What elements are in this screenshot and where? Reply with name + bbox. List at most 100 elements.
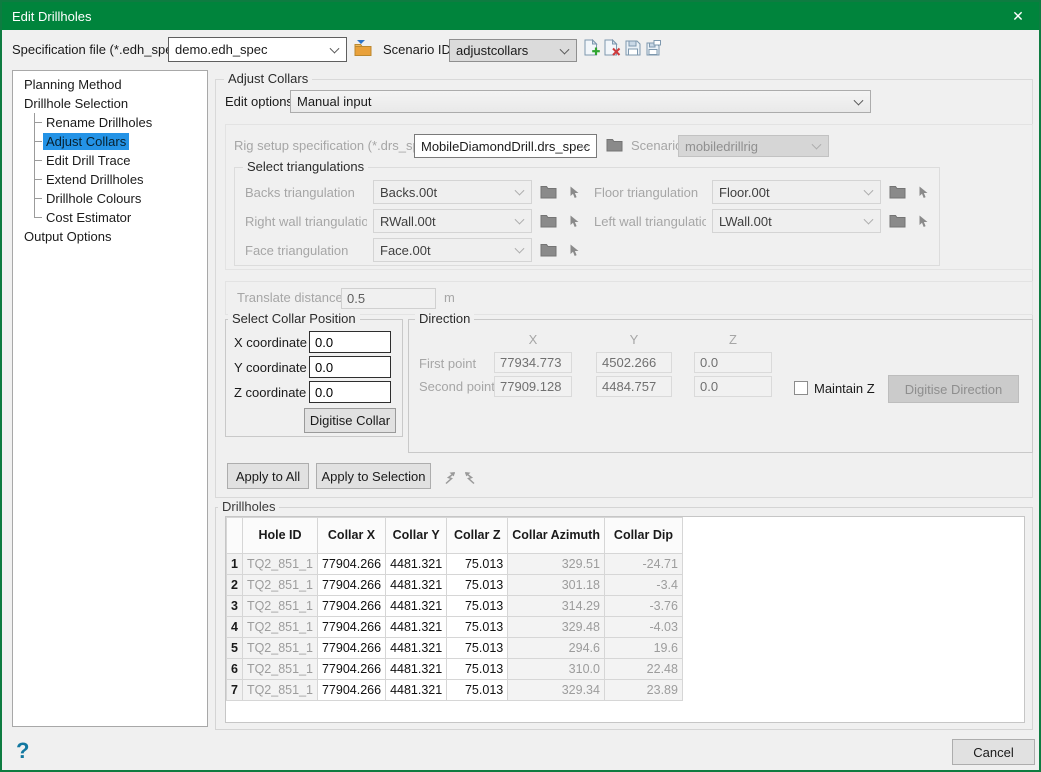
cell-collar-y[interactable]: 4481.321 [386, 617, 447, 638]
save-scenario-as-button[interactable] [643, 38, 663, 58]
triangulation-field-left-wall-triangulation: Left wall triangulationLWall.00t [594, 209, 933, 233]
column-header-collar-y[interactable]: Collar Y [386, 518, 447, 554]
x-coordinate-input[interactable]: 0.0 [309, 331, 391, 353]
cell-collar-z[interactable]: 75.013 [447, 554, 508, 575]
cell-collar-x[interactable]: 77904.266 [317, 617, 385, 638]
cell-collar-z[interactable]: 75.013 [447, 575, 508, 596]
new-scenario-button[interactable] [582, 38, 602, 58]
table-row: 7TQ2_851_177904.2664481.32175.013329.342… [227, 680, 683, 701]
sidebar-item-planning-method[interactable]: Planning Method [13, 75, 207, 94]
help-icon[interactable]: ? [16, 738, 29, 764]
cancel-button[interactable]: Cancel [952, 739, 1035, 765]
save-scenario-button[interactable] [623, 38, 643, 58]
triangulation-combobox: Backs.00t [373, 180, 532, 204]
cell-collar-z[interactable]: 75.013 [447, 596, 508, 617]
apply-to-selection-button[interactable]: Apply to Selection [316, 463, 431, 489]
cell-collar-z[interactable]: 75.013 [447, 638, 508, 659]
column-header-collar-z[interactable]: Collar Z [447, 518, 508, 554]
delete-scenario-button[interactable] [602, 38, 622, 58]
triangulation-browse-button [538, 211, 558, 231]
cell-hole-id: TQ2_851_1 [242, 575, 317, 596]
row-number-cell[interactable]: 6 [227, 659, 243, 680]
sidebar-item-label: Extend Drillholes [43, 171, 147, 188]
scenario-id-label: Scenario ID [383, 42, 451, 57]
row-number-cell[interactable]: 4 [227, 617, 243, 638]
cell-collar-x[interactable]: 77904.266 [317, 575, 385, 596]
triangulation-value: Face.00t [380, 243, 431, 258]
delete-scenario-icon [604, 39, 621, 57]
chevron-down-icon [330, 43, 340, 53]
cell-collar-y[interactable]: 4481.321 [386, 638, 447, 659]
y-coordinate-input[interactable]: 0.0 [309, 356, 391, 378]
cell-collar-z[interactable]: 75.013 [447, 617, 508, 638]
sidebar-item-edit-drill-trace[interactable]: Edit Drill Trace [13, 151, 207, 170]
sidebar-item-cost-estimator[interactable]: Cost Estimator [13, 208, 207, 227]
cell-collar-y[interactable]: 4481.321 [386, 596, 447, 617]
column-header-collar-azimuth[interactable]: Collar Azimuth [508, 518, 605, 554]
spec-file-combobox[interactable]: demo.edh_spec [168, 37, 347, 62]
save-icon [625, 40, 641, 56]
row-number-cell[interactable]: 3 [227, 596, 243, 617]
rig-scenario-value: mobiledrillrig [685, 139, 758, 154]
sidebar-item-output-options[interactable]: Output Options [13, 227, 207, 246]
cell-collar-x[interactable]: 77904.266 [317, 680, 385, 701]
sidebar-item-drillhole-colours[interactable]: Drillhole Colours [13, 189, 207, 208]
x-coordinate-label: X coordinate [234, 335, 307, 350]
table-row: 3TQ2_851_177904.2664481.32175.013314.29-… [227, 596, 683, 617]
cell-collar-z[interactable]: 75.013 [447, 659, 508, 680]
column-header-collar-x[interactable]: Collar X [317, 518, 385, 554]
edit-options-value: Manual input [297, 94, 371, 109]
table-row: 4TQ2_851_177904.2664481.32175.013329.48-… [227, 617, 683, 638]
apply-to-all-button[interactable]: Apply to All [227, 463, 309, 489]
row-number-cell[interactable]: 1 [227, 554, 243, 575]
row-number-cell[interactable]: 5 [227, 638, 243, 659]
cell-collar-x[interactable]: 77904.266 [317, 596, 385, 617]
table-row: 5TQ2_851_177904.2664481.32175.013294.619… [227, 638, 683, 659]
column-header-collar-dip[interactable]: Collar Dip [604, 518, 682, 554]
cell-collar-z[interactable]: 75.013 [447, 680, 508, 701]
triangulation-combobox: Floor.00t [712, 180, 881, 204]
row-number-cell[interactable]: 7 [227, 680, 243, 701]
sidebar-item-drillhole-selection[interactable]: Drillhole Selection [13, 94, 207, 113]
adjust-collars-group-title: Adjust Collars [224, 71, 312, 86]
second-point-y-input: 4484.757 [596, 376, 672, 397]
triangulations-group-title: Select triangulations [243, 159, 368, 174]
chevron-down-icon [812, 140, 822, 150]
edit-options-combobox[interactable]: Manual input [290, 90, 871, 113]
first-point-x-input: 77934.773 [494, 352, 572, 373]
column-header-hole-id[interactable]: Hole ID [242, 518, 317, 554]
triangulation-pick-button [913, 182, 933, 202]
header-row: Specification file (*.edh_spec) demo.edh… [2, 30, 1039, 70]
close-icon[interactable]: ✕ [1001, 2, 1035, 30]
cell-hole-id: TQ2_851_1 [242, 638, 317, 659]
cell-collar-y[interactable]: 4481.321 [386, 554, 447, 575]
spec-file-value: demo.edh_spec [175, 42, 268, 57]
cell-collar-x[interactable]: 77904.266 [317, 554, 385, 575]
chevron-down-icon [864, 215, 874, 225]
sidebar-item-rename-drillholes[interactable]: Rename Drillholes [13, 113, 207, 132]
cell-collar-x[interactable]: 77904.266 [317, 638, 385, 659]
sidebar-item-adjust-collars[interactable]: Adjust Collars [13, 132, 207, 151]
cell-collar-dip: -3.76 [604, 596, 682, 617]
cell-collar-azimuth: 329.51 [508, 554, 605, 575]
rig-scenario-combobox: mobiledrillrig [678, 135, 829, 157]
cell-collar-azimuth: 294.6 [508, 638, 605, 659]
first-point-y-input: 4502.266 [596, 352, 672, 373]
digitise-collar-button[interactable]: Digitise Collar [304, 408, 396, 433]
rig-setup-combobox: MobileDiamondDrill.drs_spec [414, 134, 597, 158]
pick-pointer-icon [918, 215, 929, 228]
z-coordinate-input[interactable]: 0.0 [309, 381, 391, 403]
cell-collar-y[interactable]: 4481.321 [386, 659, 447, 680]
cell-collar-y[interactable]: 4481.321 [386, 680, 447, 701]
scenario-combobox[interactable]: adjustcollars [449, 39, 577, 62]
cell-collar-x[interactable]: 77904.266 [317, 659, 385, 680]
drillholes-table-viewport[interactable]: Hole IDCollar XCollar YCollar ZCollar Az… [225, 516, 1025, 723]
second-point-z-input: 0.0 [694, 376, 772, 397]
maintain-z-checkbox[interactable] [794, 381, 808, 395]
row-number-cell[interactable]: 2 [227, 575, 243, 596]
browse-spec-file-button[interactable] [353, 38, 373, 58]
redo-apply-button [460, 468, 480, 488]
cell-collar-y[interactable]: 4481.321 [386, 575, 447, 596]
triangulation-label: Right wall triangulation [245, 214, 367, 229]
sidebar-item-extend-drillholes[interactable]: Extend Drillholes [13, 170, 207, 189]
